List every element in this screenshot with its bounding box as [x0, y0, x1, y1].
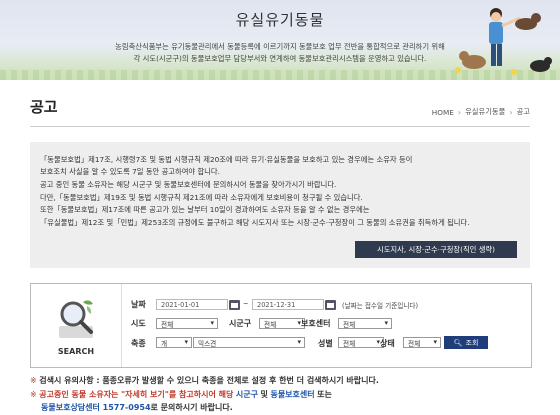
notice-line: 다만,「동물보호법」제19조 및 동법 시행규칙 제21조에 따라 소유자에게 …: [40, 193, 363, 202]
notice-line: 또한「동물보호법」제17조에 따른 공고가 있는 날부터 10일이 경과하여도 …: [40, 205, 370, 214]
breadcrumb-section-link[interactable]: 유실유기동물: [465, 107, 505, 117]
sex-select[interactable]: 전체: [338, 337, 384, 348]
breadcrumb-home-link[interactable]: HOME: [432, 108, 454, 117]
search-icon: 🔍︎: [453, 338, 463, 347]
warning-mark: ※: [30, 376, 37, 385]
sido-label: 시도: [131, 319, 146, 328]
sex-label: 성별: [318, 339, 333, 348]
counsel-center-link[interactable]: 동물보호상담센터 1577-0954: [41, 403, 151, 412]
sigungu-label: 시군구: [229, 319, 252, 328]
search-panel: SEARCH 날짜 2021-01-01 ~ 2021-12-31 (날짜는 접…: [30, 283, 532, 368]
shelter-link[interactable]: 동물보호센터: [270, 390, 314, 399]
owner-notice: ※ 공고중인 동물 소유자는 "자세히 보기"를 참고하시어 해당 시군구 및 …: [30, 389, 332, 400]
calendar-icon[interactable]: [325, 300, 336, 310]
warning-mark: ※: [30, 390, 37, 399]
date-label: 날짜: [131, 300, 146, 309]
search-caution-text: 검색시 유의사항 : 품종오류가 발생할 수 있으니 축종을 전체로 설정 후 …: [39, 376, 379, 385]
authority-button[interactable]: 시도지사, 시장·군수·구청장(직인 생략): [355, 241, 517, 258]
search-label: SEARCH: [57, 347, 95, 356]
search-panel-label-area: SEARCH: [31, 284, 122, 367]
counsel-notice: 동물보호상담센터 1577-0954로 문의하시기 바랍니다.: [41, 402, 233, 413]
owner-notice-text: 공고중인 동물 소유자는: [39, 390, 119, 399]
notice-line: 공고 중인 동물 소유자는 해당 시군구 및 동물보호센터에 문의하시어 동물을…: [40, 180, 337, 189]
calendar-icon[interactable]: [229, 300, 240, 310]
sigungu-link[interactable]: 시군구: [236, 390, 258, 399]
center-select[interactable]: 전체: [338, 318, 392, 329]
counsel-notice-text: 로 문의하시기 바랍니다.: [150, 403, 233, 412]
chevron-right-icon: ›: [457, 107, 462, 117]
header-divider: [30, 126, 530, 127]
notice-line: 「유실물법」제12조 및「민법」제253조의 규정에도 불구하고 해당 시도지사…: [40, 218, 470, 227]
date-hint: (날짜는 접수일 기준입니다): [342, 302, 419, 310]
date-separator: ~: [243, 300, 249, 308]
magnifier-icon: [59, 300, 93, 338]
or-text: 또는: [317, 390, 332, 399]
search-button[interactable]: 🔍︎ 조회: [444, 336, 488, 349]
species-select[interactable]: 개: [156, 337, 192, 348]
breadcrumb-current: 공고: [516, 107, 530, 116]
chevron-right-icon: ›: [509, 107, 513, 117]
breadcrumb: HOME › 유실유기동물 › 공고: [432, 107, 530, 117]
and-text: 및: [260, 390, 268, 399]
search-caution: ※ 검색시 유의사항 : 품종오류가 발생할 수 있으니 축종을 전체로 설정 …: [30, 375, 379, 386]
species-label: 축종: [131, 339, 146, 348]
status-select[interactable]: 전체: [403, 337, 441, 348]
detail-view-text: "자세히 보기"를 참고하시어 해당: [120, 390, 234, 399]
person-with-dogs-illustration: [455, 8, 552, 75]
notice-line: 보호조치 사실을 알 수 있도록 7일 동안 공고하여야 합니다.: [40, 167, 220, 176]
breed-select[interactable]: 믹스견: [193, 337, 305, 348]
status-label: 상태: [380, 339, 395, 348]
date-to-input[interactable]: 2021-12-31: [252, 299, 324, 310]
search-button-label: 조회: [465, 338, 479, 347]
date-from-input[interactable]: 2021-01-01: [156, 299, 228, 310]
sido-select[interactable]: 전체: [156, 318, 218, 329]
notice-line: 「동물보호법」제17조, 시행령7조 및 동법 시행규칙 제20조에 따라 유기…: [40, 155, 413, 164]
sigungu-select[interactable]: 전체: [259, 318, 305, 329]
center-label: 보호센터: [301, 319, 331, 328]
page-title: 공고: [30, 98, 58, 116]
top-banner: 유실유기동물 농림축산식품부는 유기동물관리에서 동물등록에 이르기까지 동물보…: [0, 0, 560, 80]
